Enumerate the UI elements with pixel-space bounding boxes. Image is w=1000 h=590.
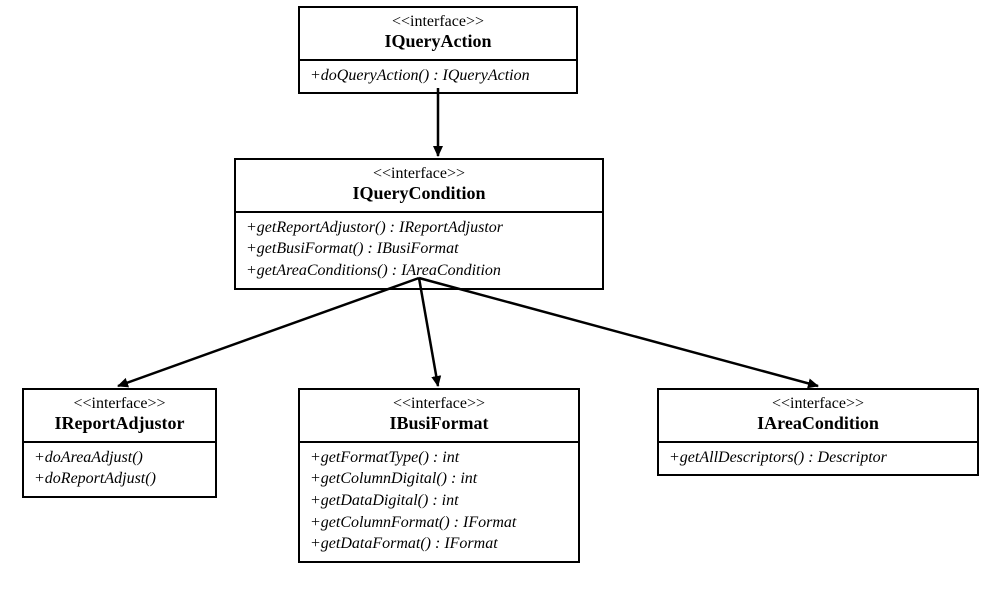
stereotype-label: <<interface>> [669,394,967,413]
stereotype-label: <<interface>> [246,164,592,183]
uml-interface-ireportadjustor: <<interface>> IReportAdjustor +doAreaAdj… [22,388,217,498]
uml-interface-ibusiformat: <<interface>> IBusiFormat +getFormatType… [298,388,580,563]
uml-header: <<interface>> IBusiFormat [300,390,578,443]
arrow-iquerycondition-to-ibusiformat [419,278,438,386]
stereotype-label: <<interface>> [310,394,568,413]
uml-header: <<interface>> IAreaCondition [659,390,977,443]
stereotype-label: <<interface>> [34,394,205,413]
method-row: +getFormatType() : int [310,447,568,469]
method-row: +getAreaConditions() : IAreaCondition [246,260,592,282]
uml-methods: +getReportAdjustor() : IReportAdjustor +… [236,213,602,288]
interface-name: IQueryAction [310,31,566,53]
method-row: +doQueryAction() : IQueryAction [310,65,566,87]
method-row: +getBusiFormat() : IBusiFormat [246,238,592,260]
uml-methods: +getFormatType() : int +getColumnDigital… [300,443,578,561]
arrow-iquerycondition-to-iareacondition [419,278,818,386]
method-row: +doAreaAdjust() [34,447,205,469]
interface-name: IAreaCondition [669,413,967,435]
method-row: +getDataFormat() : IFormat [310,533,568,555]
arrow-iquerycondition-to-ireportadjustor [118,278,419,386]
uml-header: <<interface>> IReportAdjustor [24,390,215,443]
uml-methods: +doAreaAdjust() +doReportAdjust() [24,443,215,496]
uml-header: <<interface>> IQueryAction [300,8,576,61]
stereotype-label: <<interface>> [310,12,566,31]
uml-interface-iareacondition: <<interface>> IAreaCondition +getAllDesc… [657,388,979,476]
interface-name: IQueryCondition [246,183,592,205]
uml-header: <<interface>> IQueryCondition [236,160,602,213]
interface-name: IBusiFormat [310,413,568,435]
method-row: +getColumnDigital() : int [310,468,568,490]
method-row: +getDataDigital() : int [310,490,568,512]
interface-name: IReportAdjustor [34,413,205,435]
method-row: +getReportAdjustor() : IReportAdjustor [246,217,592,239]
uml-interface-iqueryaction: <<interface>> IQueryAction +doQueryActio… [298,6,578,94]
method-row: +getAllDescriptors() : Descriptor [669,447,967,469]
method-row: +doReportAdjust() [34,468,205,490]
uml-interface-iquerycondition: <<interface>> IQueryCondition +getReport… [234,158,604,290]
method-row: +getColumnFormat() : IFormat [310,512,568,534]
uml-methods: +doQueryAction() : IQueryAction [300,61,576,93]
uml-methods: +getAllDescriptors() : Descriptor [659,443,977,475]
